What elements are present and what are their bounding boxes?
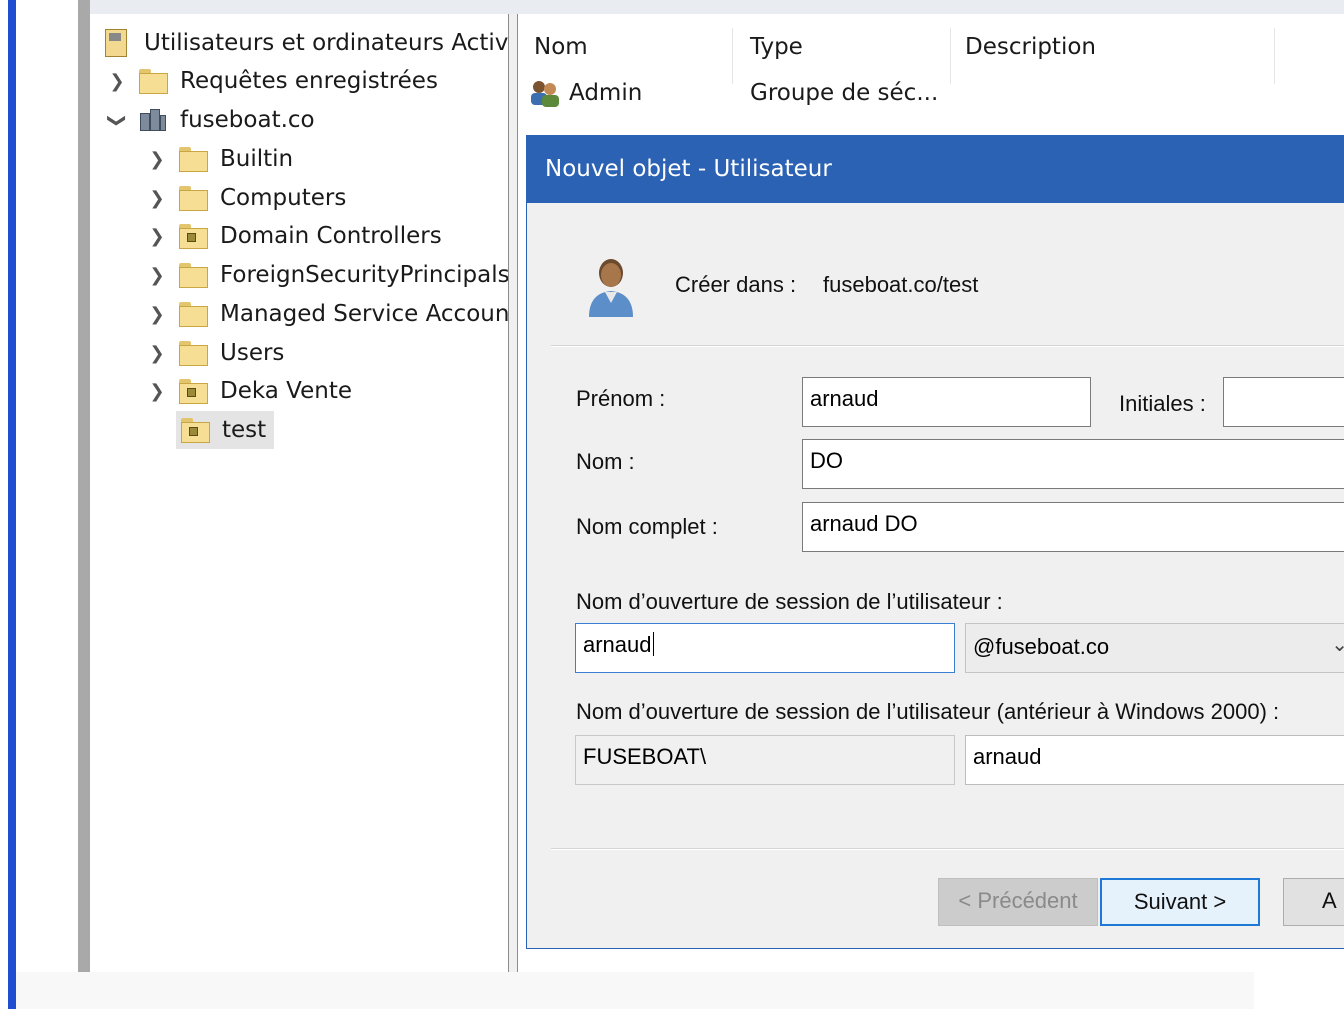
status-bar: [16, 972, 1254, 1009]
legacy-logon-label: Nom d’ouverture de session de l’utilisat…: [576, 699, 1280, 724]
folder-icon: [178, 302, 208, 327]
tree-item-builtin[interactable]: ❯ Builtin: [144, 140, 293, 178]
ou-icon: [180, 418, 210, 443]
chevron-right-icon[interactable]: ❯: [144, 381, 170, 402]
column-separator[interactable]: [950, 28, 951, 84]
window-accent-border: [8, 0, 16, 1009]
create-in-value: fuseboat.co/test: [823, 272, 979, 297]
folder-icon: [178, 186, 208, 211]
initials-label: Initiales :: [1119, 391, 1206, 416]
tree-item-label: Requêtes enregistrées: [180, 68, 438, 94]
chevron-down-icon: ⌄: [1331, 632, 1344, 657]
user-icon: [589, 259, 633, 317]
tree-item-deka-vente[interactable]: ❯ Deka Vente: [144, 372, 352, 410]
window-left-frame: [78, 0, 90, 972]
chevron-right-icon[interactable]: ❯: [144, 304, 170, 325]
chevron-right-icon[interactable]: ❯: [144, 188, 170, 209]
full-name-label: Nom complet :: [576, 514, 718, 539]
domain-suffix-select[interactable]: @fuseboat.co ⌄: [965, 623, 1344, 673]
folder-icon: [178, 147, 208, 172]
ou-icon: [178, 379, 208, 404]
tree-item-domain-controllers[interactable]: ❯ Domain Controllers: [144, 217, 442, 255]
new-user-dialog: Nouvel objet - Utilisateur Créer dans : …: [526, 135, 1344, 949]
chevron-right-icon[interactable]: ❯: [144, 226, 170, 247]
legacy-logon-field[interactable]: arnaud: [965, 735, 1344, 785]
logon-name-value: arnaud: [583, 632, 652, 657]
logon-name-label: Nom d’ouverture de session de l’utilisat…: [576, 589, 1003, 614]
chevron-right-icon[interactable]: ❯: [104, 71, 130, 92]
folder-icon: [178, 341, 208, 366]
tree-root-label: Utilisateurs et ordinateurs Active: [144, 30, 508, 56]
first-name-field[interactable]: arnaud: [802, 377, 1091, 427]
chevron-right-icon[interactable]: ❯: [144, 149, 170, 170]
tree-root[interactable]: Utilisateurs et ordinateurs Active: [102, 24, 508, 62]
folder-icon: [178, 263, 208, 288]
column-separator[interactable]: [1274, 28, 1275, 84]
dialog-title: Nouvel objet - Utilisateur: [527, 136, 1344, 203]
column-header-name[interactable]: Nom: [534, 34, 588, 60]
tree-item-users[interactable]: ❯ Users: [144, 334, 284, 372]
ou-icon: [178, 224, 208, 249]
pane-splitter[interactable]: [508, 14, 518, 972]
row-type: Groupe de séc...: [750, 80, 939, 106]
previous-button[interactable]: < Précédent: [938, 878, 1098, 926]
text-caret: [652, 632, 654, 656]
create-in-label: Créer dans :: [675, 272, 797, 297]
row-name: Admin: [569, 80, 643, 106]
domain-icon: [138, 107, 168, 133]
tree-item-label: test: [222, 417, 267, 443]
group-icon: [531, 81, 559, 107]
tree-item-computers[interactable]: ❯ Computers: [144, 179, 346, 217]
chevron-down-icon[interactable]: ❯: [107, 107, 128, 133]
initials-field[interactable]: [1223, 377, 1344, 427]
snapin-icon: [102, 29, 128, 57]
console-tree: Utilisateurs et ordinateurs Active ❯ Req…: [90, 14, 508, 972]
tree-item-label: ForeignSecurityPrincipals: [220, 262, 508, 288]
tree-item-foreign-security-principals[interactable]: ❯ ForeignSecurityPrincipals: [144, 256, 508, 294]
folder-icon: [138, 69, 168, 94]
last-name-field[interactable]: DO: [802, 439, 1344, 489]
tree-item-label: Domain Controllers: [220, 223, 442, 249]
tree-item-label: fuseboat.co: [180, 107, 315, 133]
separator: [551, 848, 1344, 850]
last-name-label: Nom :: [576, 449, 635, 474]
column-separator[interactable]: [732, 28, 733, 84]
domain-suffix-value: @fuseboat.co: [973, 634, 1110, 659]
first-name-label: Prénom :: [576, 386, 666, 411]
full-name-field[interactable]: arnaud DO: [802, 502, 1344, 552]
column-header-description[interactable]: Description: [965, 34, 1096, 60]
chevron-right-icon[interactable]: ❯: [144, 265, 170, 286]
logon-name-field[interactable]: arnaud: [575, 623, 955, 673]
tree-item-label: Builtin: [220, 146, 294, 172]
window-top-frame: [78, 0, 1344, 14]
tree-item-label: Users: [220, 340, 285, 366]
tree-item-label: Managed Service Accoun: [220, 301, 508, 327]
cancel-button[interactable]: A: [1283, 878, 1344, 926]
column-header-type[interactable]: Type: [750, 34, 803, 60]
legacy-domain-field: FUSEBOAT\: [575, 735, 955, 785]
chevron-right-icon[interactable]: ❯: [144, 343, 170, 364]
tree-item-saved-queries[interactable]: ❯ Requêtes enregistrées: [104, 62, 438, 100]
tree-item-label: Computers: [220, 185, 347, 211]
tree-item-label: Deka Vente: [220, 378, 353, 404]
next-button[interactable]: Suivant >: [1100, 878, 1260, 926]
tree-item-test[interactable]: test: [176, 411, 275, 449]
tree-item-domain[interactable]: ❯ fuseboat.co: [104, 101, 315, 139]
separator: [551, 345, 1344, 347]
tree-item-managed-service-accounts[interactable]: ❯ Managed Service Accoun: [144, 295, 508, 333]
